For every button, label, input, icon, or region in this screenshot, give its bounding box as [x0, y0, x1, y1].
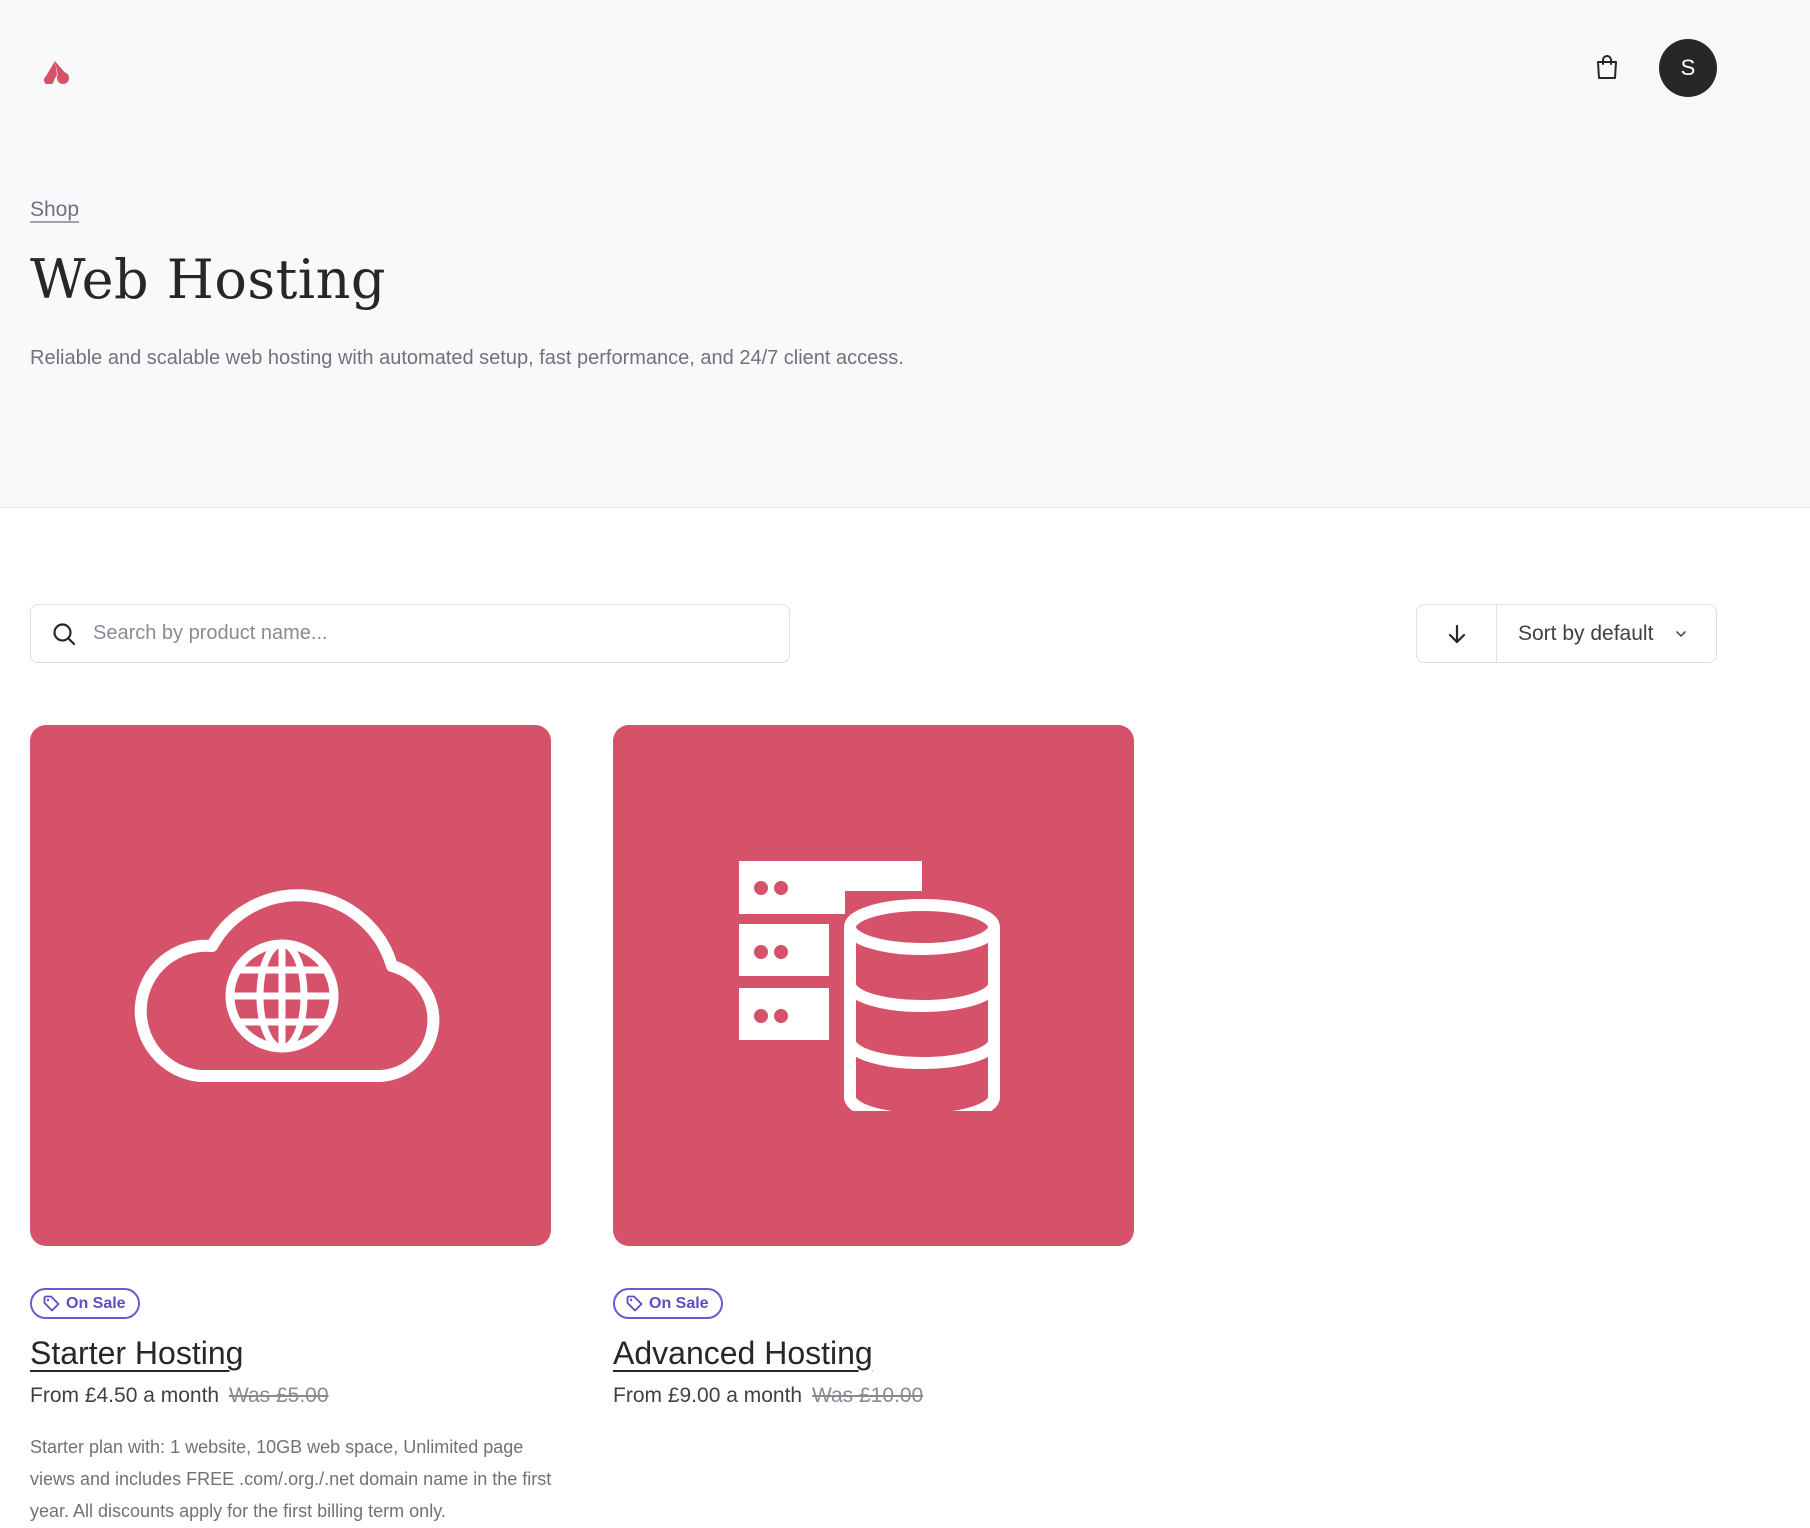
current-price: From £4.50 a month: [30, 1384, 220, 1407]
page-header-section: S Shop Web Hosting Reliable and scalable…: [0, 0, 1810, 508]
brand-logo-icon[interactable]: [40, 60, 70, 84]
shopping-bag-icon: [1597, 55, 1617, 79]
search-icon: [51, 621, 77, 647]
product-name-link[interactable]: Starter Hosting: [30, 1335, 243, 1372]
product-card: On Sale Advanced Hosting From £9.00 a mo…: [613, 725, 1134, 1407]
product-card: On Sale Starter Hosting From £4.50 a mon…: [30, 725, 551, 1521]
page-description: Reliable and scalable web hosting with a…: [30, 347, 904, 369]
product-price: From £4.50 a month Was £5.00: [30, 1384, 329, 1408]
was-price: Was £10.00: [811, 1384, 924, 1407]
sort-direction-button[interactable]: [1417, 605, 1497, 662]
sort-select-label: Sort by default: [1518, 621, 1654, 645]
on-sale-badge: On Sale: [613, 1288, 723, 1319]
tag-icon: [43, 1295, 60, 1312]
product-description: Starter plan with: 1 website, 10GB web s…: [30, 1437, 552, 1521]
cloud-globe-icon: [134, 888, 440, 1082]
search-input[interactable]: [93, 622, 733, 645]
product-name-link[interactable]: Advanced Hosting: [613, 1335, 873, 1372]
sort-control: Sort by default: [1416, 604, 1717, 663]
product-search[interactable]: [30, 604, 790, 663]
tag-icon: [626, 1295, 643, 1312]
was-price: Was £5.00: [228, 1384, 329, 1407]
badge-label: On Sale: [649, 1294, 709, 1312]
chevron-down-icon: [1675, 630, 1687, 638]
server-database-icon: [738, 860, 1000, 1111]
cart-button[interactable]: [1592, 52, 1622, 82]
breadcrumb-shop[interactable]: Shop: [30, 198, 79, 222]
arrow-down-icon: [1448, 624, 1465, 643]
page-title: Web Hosting: [30, 248, 386, 311]
on-sale-badge: On Sale: [30, 1288, 140, 1319]
badge-label: On Sale: [66, 1294, 126, 1312]
product-price: From £9.00 a month Was £10.00: [613, 1384, 923, 1408]
product-image[interactable]: [30, 725, 551, 1246]
current-price: From £9.00 a month: [613, 1384, 803, 1407]
user-avatar[interactable]: S: [1659, 39, 1717, 97]
product-image[interactable]: [613, 725, 1134, 1246]
sort-select[interactable]: Sort by default: [1497, 605, 1716, 662]
